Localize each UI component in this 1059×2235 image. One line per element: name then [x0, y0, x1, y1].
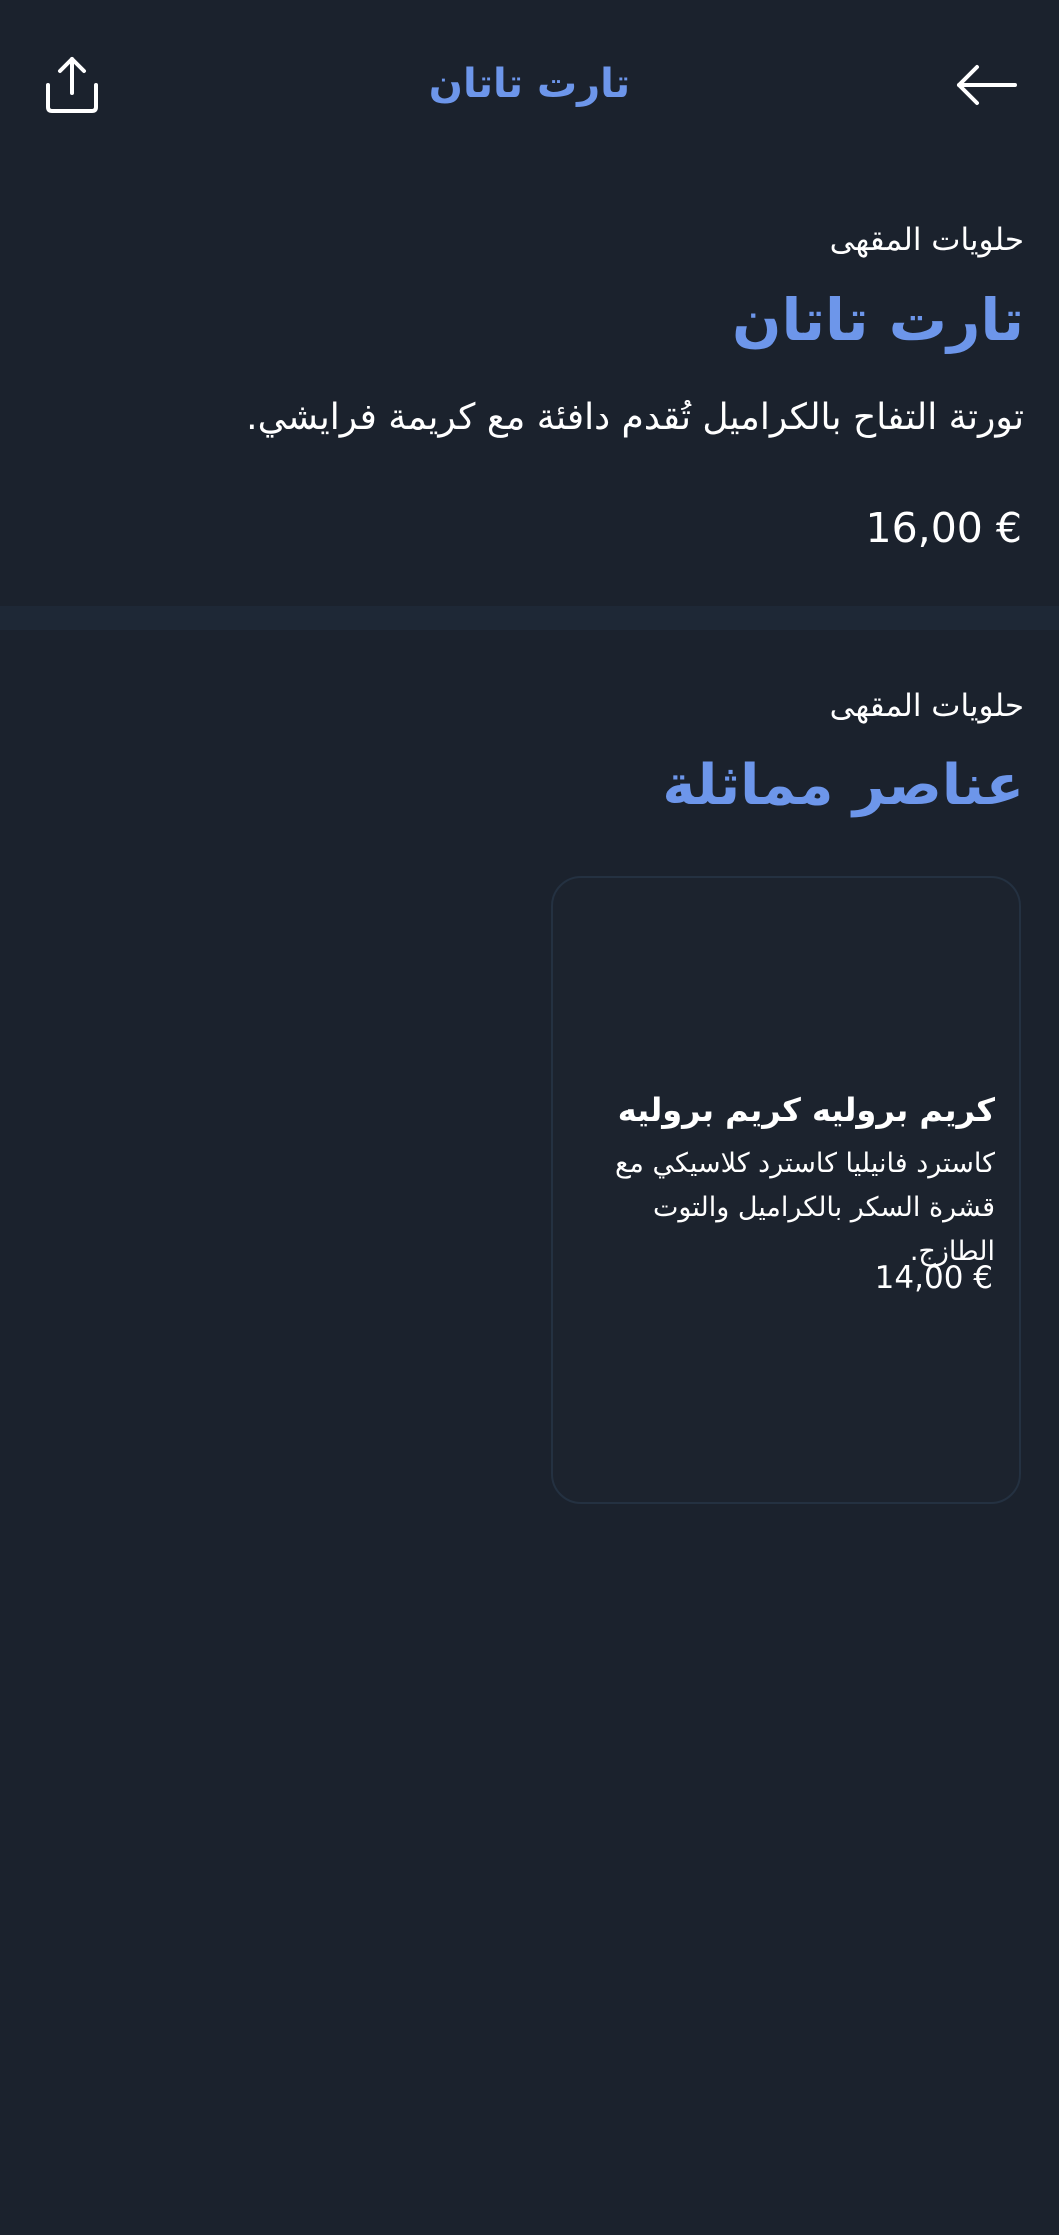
product-title: تارت تاتان [731, 286, 1024, 354]
back-button[interactable] [949, 47, 1025, 123]
similar-item-card[interactable]: كريم بروليه كريم بروليه كاسترد فانيليا ك… [551, 876, 1021, 1504]
product-price: 16,00 € [865, 504, 1023, 552]
similar-items-title: عناصر مماثلة [662, 753, 1024, 818]
product-details: حلويات المقهى تارت تاتان تورتة التفاح با… [0, 170, 1059, 606]
similar-items-section: حلويات المقهى عناصر مماثلة كريم بروليه ك… [0, 630, 1059, 1530]
similar-category: حلويات المقهى [829, 688, 1024, 724]
product-description: تورتة التفاح بالكراميل تُقدم دافئة مع كر… [246, 397, 1024, 438]
section-divider [0, 606, 1059, 630]
page-title: تارت تاتان [428, 61, 631, 107]
similar-item-description: كاسترد فانيليا كاسترد كلاسيكي مع قشرة ال… [615, 1148, 995, 1267]
similar-item-price: 14,00 € [874, 1260, 993, 1296]
top-app-bar: تارت تاتان [0, 0, 1059, 170]
arrow-back-icon [957, 65, 1017, 105]
similar-item-title: كريم بروليه كريم بروليه [617, 1091, 995, 1129]
product-category: حلويات المقهى [829, 222, 1024, 258]
